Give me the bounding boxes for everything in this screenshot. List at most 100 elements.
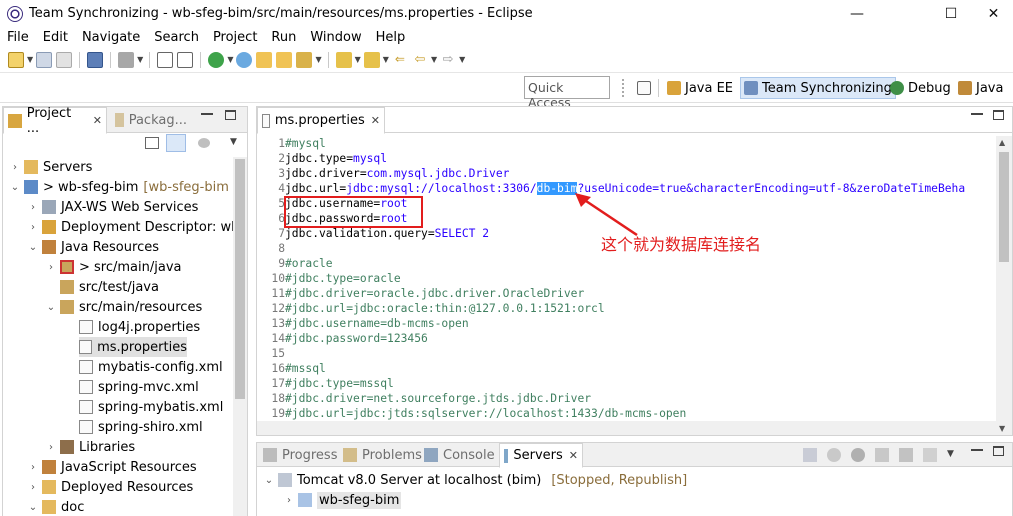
- code-line[interactable]: 16#mssql: [257, 361, 325, 376]
- run-server-icon[interactable]: [208, 51, 225, 68]
- code-editor[interactable]: 1#mysql 2jdbc.type=mysql 3jdbc.driver=com.…: [257, 136, 996, 435]
- tree-item-log4j-properties[interactable]: log4j.properties: [79, 317, 200, 337]
- tree-item-project[interactable]: ⌄ > wb-sfeg-bim [wb-sfeg-bim m: [9, 177, 246, 197]
- minimize-view-icon[interactable]: [971, 113, 983, 115]
- quick-access-input[interactable]: Quick Access: [524, 76, 610, 110]
- collapse-arrow-icon[interactable]: ⌄: [27, 242, 39, 253]
- skip-breakpoints-icon[interactable]: [118, 51, 135, 68]
- code-line[interactable]: 2jdbc.type=mysql: [257, 151, 387, 166]
- menu-project[interactable]: Project: [206, 30, 264, 45]
- menu-help[interactable]: Help: [369, 30, 413, 45]
- expand-arrow-icon[interactable]: ›: [9, 162, 21, 173]
- collapse-arrow-icon[interactable]: ⌄: [45, 302, 57, 313]
- filter-icon[interactable]: [198, 138, 210, 148]
- open-perspective-button[interactable]: [634, 77, 658, 99]
- open-folder-icon[interactable]: [256, 51, 273, 68]
- tree-item-javascript-resources[interactable]: › JavaScript Resources: [27, 457, 197, 477]
- expand-arrow-icon[interactable]: ›: [27, 202, 39, 213]
- breakpoints-dropdown-icon[interactable]: ▼: [137, 55, 143, 64]
- tree-item-ms-properties[interactable]: ms.properties: [79, 337, 187, 357]
- tree-item-src-test-java[interactable]: src/test/java: [45, 277, 159, 297]
- code-line[interactable]: 19#jdbc.url=jdbc:jtds:sqlserver://localh…: [257, 406, 686, 421]
- code-line[interactable]: 8: [257, 241, 285, 256]
- tab-project-explorer[interactable]: Project ... ✕: [3, 106, 107, 136]
- code-line[interactable]: 13#jdbc.username=db-mcms-open: [257, 316, 468, 331]
- minimize-button[interactable]: —: [834, 0, 880, 27]
- tab-package-explorer[interactable]: Packag...: [111, 107, 191, 133]
- menu-edit[interactable]: Edit: [36, 30, 75, 45]
- save-icon[interactable]: [36, 51, 53, 68]
- tree-item-src-main-resources[interactable]: ⌄ src/main/resources: [45, 297, 202, 317]
- maximize-view-icon[interactable]: [993, 446, 1004, 456]
- tree-item-src-main-java[interactable]: › > src/main/java: [45, 257, 181, 277]
- tree-item-spring-mybatis[interactable]: spring-mybatis.xml: [79, 397, 223, 417]
- tree-item-servers[interactable]: › Servers: [9, 157, 92, 177]
- code-line[interactable]: 7jdbc.validation.query=SELECT 2: [257, 226, 489, 241]
- collapse-arrow-icon[interactable]: ⌄: [9, 182, 21, 193]
- prev-annotation-dropdown-icon[interactable]: ▼: [383, 55, 389, 64]
- tree-item-java-resources[interactable]: ⌄ Java Resources: [27, 237, 159, 257]
- code-line[interactable]: 11#jdbc.driver=oracle.jdbc.driver.Oracle…: [257, 286, 584, 301]
- tree-item-deployment-descriptor[interactable]: › Deployment Descriptor: wb-: [27, 217, 244, 237]
- tab-console[interactable]: Console: [420, 443, 499, 467]
- code-line[interactable]: 3jdbc.driver=com.mysql.jdbc.Driver: [257, 166, 509, 181]
- back-dropdown-icon[interactable]: ▼: [431, 55, 437, 64]
- perspective-debug[interactable]: Debug: [887, 77, 954, 99]
- menu-run[interactable]: Run: [264, 30, 303, 45]
- collapse-arrow-icon[interactable]: ⌄: [27, 502, 39, 513]
- publish-icon[interactable]: [899, 448, 913, 462]
- view-menu-icon[interactable]: ▼: [230, 137, 237, 147]
- new-dropdown-icon[interactable]: ▼: [27, 55, 33, 64]
- maximize-view-icon[interactable]: [993, 110, 1004, 120]
- tree-item-deployed-resources[interactable]: › Deployed Resources: [27, 477, 193, 497]
- menu-file[interactable]: File: [0, 30, 36, 45]
- view-menu-icon[interactable]: ▼: [947, 449, 954, 459]
- tab-servers[interactable]: Servers ✕: [499, 443, 583, 468]
- new-icon[interactable]: [8, 51, 24, 68]
- close-icon[interactable]: ✕: [93, 114, 102, 127]
- menu-window[interactable]: Window: [303, 30, 368, 45]
- perspective-java[interactable]: Java: [955, 77, 1006, 99]
- server-module-row[interactable]: › wb-sfeg-bim: [283, 490, 402, 510]
- maximize-button[interactable]: ☐: [928, 0, 974, 27]
- save-all-icon[interactable]: [56, 51, 73, 68]
- show-whitespace-icon[interactable]: [177, 51, 194, 68]
- close-icon[interactable]: ✕: [569, 449, 578, 462]
- expand-arrow-icon[interactable]: ›: [27, 462, 39, 473]
- minimize-view-icon[interactable]: [971, 449, 983, 451]
- pen-dropdown-icon[interactable]: ▼: [315, 55, 321, 64]
- tab-ms-properties[interactable]: ms.properties ✕: [257, 107, 385, 134]
- close-icon[interactable]: ✕: [371, 114, 380, 127]
- code-line[interactable]: 12#jdbc.url=jdbc:oracle:thin:@127.0.0.1:…: [257, 301, 604, 316]
- expand-arrow-icon[interactable]: ›: [45, 442, 57, 453]
- back-icon[interactable]: ⇦: [412, 52, 428, 68]
- perspective-team-synchronizing[interactable]: Team Synchronizing: [740, 77, 896, 99]
- expand-arrow-icon[interactable]: ›: [283, 495, 295, 506]
- expand-arrow-icon[interactable]: ›: [45, 262, 57, 273]
- expand-arrow-icon[interactable]: ›: [27, 222, 39, 233]
- profile-server-icon[interactable]: [851, 448, 865, 462]
- code-line[interactable]: 9#oracle: [257, 256, 332, 271]
- terminal-icon[interactable]: [87, 51, 104, 68]
- globe-icon[interactable]: [236, 51, 253, 68]
- toggle-view-icon[interactable]: [157, 51, 174, 68]
- next-annotation-dropdown-icon[interactable]: ▼: [355, 55, 361, 64]
- tree-item-doc[interactable]: ⌄ doc: [27, 497, 85, 516]
- code-line[interactable]: 14#jdbc.password=123456: [257, 331, 427, 346]
- tree-item-spring-mvc[interactable]: spring-mvc.xml: [79, 377, 199, 397]
- debug-server-icon[interactable]: [803, 448, 817, 462]
- explorer-scrollbar[interactable]: [233, 157, 247, 516]
- code-line[interactable]: 10#jdbc.type=oracle: [257, 271, 400, 286]
- collapse-all-icon[interactable]: [145, 137, 159, 149]
- start-server-icon[interactable]: [827, 448, 841, 462]
- stop-server-icon[interactable]: [875, 448, 889, 462]
- code-line[interactable]: 15: [257, 346, 285, 361]
- menu-navigate[interactable]: Navigate: [75, 30, 147, 45]
- link-with-editor-icon[interactable]: [166, 134, 186, 152]
- next-annotation-icon[interactable]: [335, 51, 352, 68]
- last-edit-icon[interactable]: ⇐: [392, 52, 408, 68]
- open-type-icon[interactable]: [276, 51, 293, 68]
- scroll-up-icon[interactable]: ▲: [999, 138, 1005, 147]
- tree-item-spring-shiro[interactable]: spring-shiro.xml: [79, 417, 203, 437]
- tree-item-libraries[interactable]: › Libraries: [45, 437, 135, 457]
